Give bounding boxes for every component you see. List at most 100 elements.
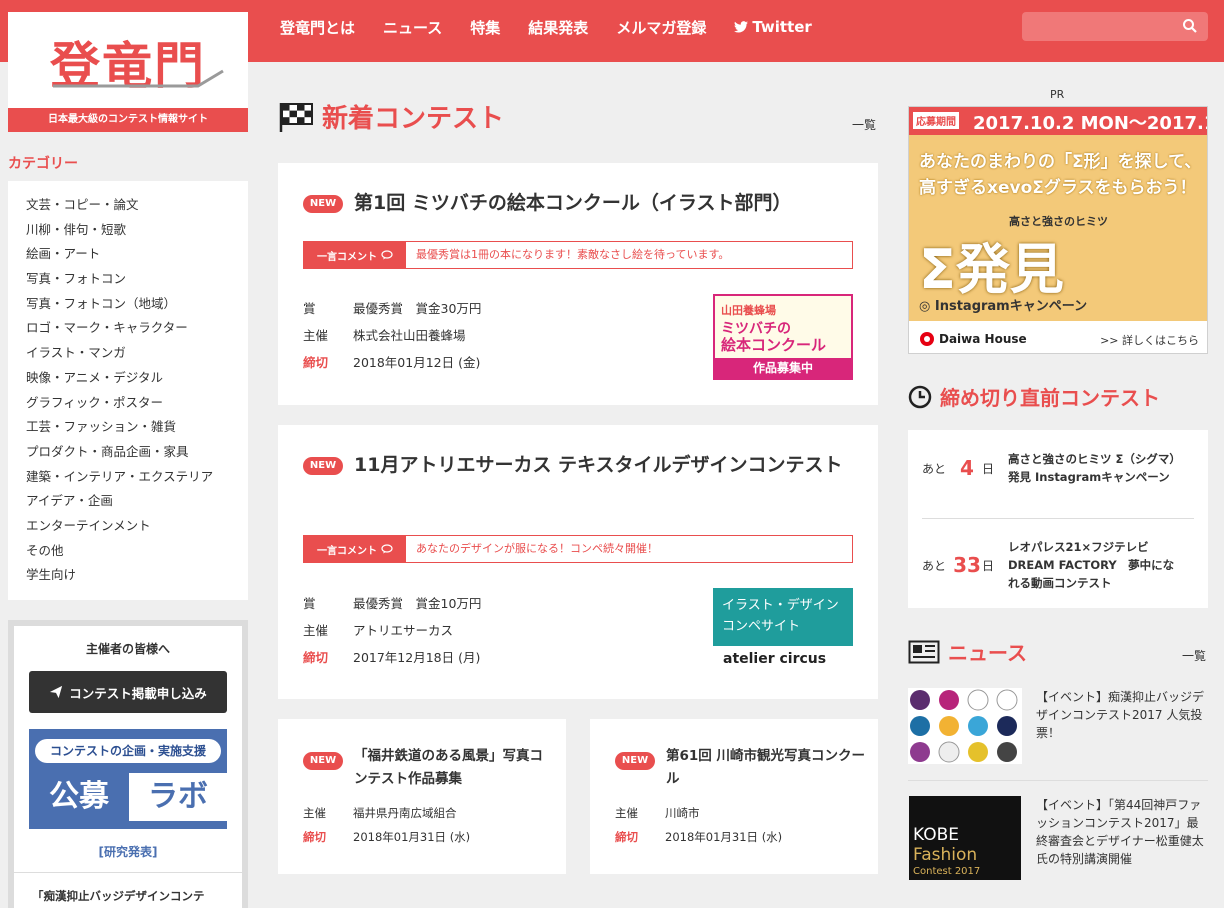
speech-bubble-icon <box>381 544 393 554</box>
category-item[interactable]: 文芸・コピー・論文 <box>26 193 248 218</box>
deadline-contest-title[interactable]: レオパレス21×フジテレビ DREAM FACTORY 夢中になれる動画コンテス… <box>1008 538 1184 592</box>
deadline-list: あと 4 日 高さと強さのヒミツ Σ（シグマ）発見 Instagramキャンペー… <box>908 430 1208 608</box>
new-badge: NEW <box>303 752 343 770</box>
organizer-key: 主催 <box>303 328 329 343</box>
nav-about[interactable]: 登竜門とは <box>280 17 355 38</box>
prize-row: 賞 最優秀賞 賞金10万円 <box>303 593 481 612</box>
clock-icon <box>908 385 932 408</box>
ad-date-bar: 応募期間 2017.10.2 MON〜2017.11.12 SUN <box>909 107 1207 135</box>
svg-text:Fashion: Fashion <box>913 845 977 865</box>
category-item[interactable]: ロゴ・マーク・キャラクター <box>26 316 248 341</box>
nav-features[interactable]: 特集 <box>470 17 500 38</box>
comment-label-text: 一言コメント <box>317 251 377 263</box>
ad-body: あなたのまわりの「Σ形」を探して、 高すぎるxevoΣグラスをもらおう！ 高さと… <box>909 135 1207 321</box>
deadline-title: 締め切り直前コンテスト <box>940 386 1160 410</box>
ad-more-link[interactable]: >> 詳しくはこちら <box>1100 332 1199 348</box>
news-item[interactable]: KOBE Fashion Contest 2017 【イベント】「第44回神戸フ… <box>908 796 1208 880</box>
labo-article-title[interactable]: 「痴漢抑止バッジデザインコンテ <box>14 873 242 905</box>
category-item[interactable]: 写真・フォトコン（地域） <box>26 292 248 317</box>
category-title: カテゴリー <box>8 156 78 172</box>
banner-line: イラスト・デザイン <box>722 598 839 613</box>
contest-card[interactable]: NEW 11月アトリエサーカス テキスタイルデザインコンテスト 一言コメント あ… <box>278 425 878 699</box>
thumbnail-text: KOBE <box>913 825 959 845</box>
deadline-contest-title[interactable]: 高さと強さのヒミツ Σ（シグマ）発見 Instagramキャンペーン <box>1008 450 1184 486</box>
organizer-row: 主催 アトリエサーカス <box>303 620 453 639</box>
category-item[interactable]: 建築・インテリア・エクステリア <box>26 465 248 490</box>
prize-row: 賞 最優秀賞 賞金30万円 <box>303 298 481 317</box>
category-item[interactable]: イラスト・マンガ <box>26 341 248 366</box>
deadline-value: 2018年01月31日 (水) <box>665 830 783 844</box>
contest-banner[interactable]: イラスト・デザイン コンペサイト <box>713 588 853 646</box>
nav-results[interactable]: 結果発表 <box>528 17 588 38</box>
category-item[interactable]: プロダクト・商品企画・家具 <box>26 440 248 465</box>
new-contests-title: 新着コンテスト <box>322 104 505 134</box>
site-logo[interactable]: 登竜門 日本最大級のコンテスト情報サイト <box>8 12 248 132</box>
divider <box>922 518 1194 519</box>
contests-list-link[interactable]: 一覧 <box>852 116 876 133</box>
news-heading: ニュース <box>908 637 1027 666</box>
contest-title[interactable]: 第61回 川崎市観光写真コンクール <box>666 745 866 791</box>
deadline-ato: あと <box>922 461 947 476</box>
organizer-row: 主催 福井県丹南広域組合 <box>303 805 457 821</box>
search-input[interactable] <box>1022 12 1208 41</box>
news-item[interactable]: 【イベント】痴漢抑止バッジデザインコンテスト2017 人気投票！ <box>908 688 1208 764</box>
banner-line: コンペサイト <box>722 619 801 634</box>
submit-contest-button[interactable]: コンテスト掲載申し込み <box>29 671 227 713</box>
contest-card-small[interactable]: NEW 第61回 川崎市観光写真コンクール 主催 川崎市 締切 2018年01月31… <box>590 719 878 874</box>
deadline-row: 締切 2018年01月31日 (水) <box>615 829 782 845</box>
ad-instagram: ◎ Instagramキャンペーン <box>919 295 1087 314</box>
deadline-item[interactable]: あと 33 日 レオパレス21×フジテレビ DREAM FACTORY 夢中にな… <box>922 538 1194 592</box>
contest-title[interactable]: 「福井鉄道のある風景」写真コンテスト作品募集 <box>354 745 554 791</box>
contest-card[interactable]: NEW 第1回 ミツバチの絵本コンクール（イラスト部門） 一言コメント 最優秀賞… <box>278 163 878 405</box>
new-badge: NEW <box>303 195 343 213</box>
atelier-circus-logo: atelier circus <box>723 651 827 667</box>
category-item[interactable]: 学生向け <box>26 563 248 588</box>
ad-footer: Daiwa House >> 詳しくはこちら <box>909 321 1207 353</box>
category-item[interactable]: グラフィック・ポスター <box>26 391 248 416</box>
news-list-link[interactable]: 一覧 <box>1182 647 1206 664</box>
organizer-key: 主催 <box>615 806 638 820</box>
category-item[interactable]: 川柳・俳句・短歌 <box>26 218 248 243</box>
news-headline[interactable]: 【イベント】痴漢抑止バッジデザインコンテスト2017 人気投票！ <box>1036 688 1208 764</box>
ad-headline: 高すぎるxevoΣグラスをもらおう！ <box>919 178 1197 198</box>
divider <box>908 780 1208 781</box>
category-item[interactable]: アイデア・企画 <box>26 489 248 514</box>
deadline-row: 締切 2017年12月18日 (月) <box>303 647 480 666</box>
news-headline[interactable]: 【イベント】「第44回神戸ファッションコンテスト2017」最終審査会とデザイナー… <box>1036 796 1208 880</box>
comment-text: 最優秀賞は1冊の本になります！素敵なさし絵を待っています。 <box>416 248 730 261</box>
category-item[interactable]: その他 <box>26 539 248 564</box>
deadline-day-unit: 日 <box>982 461 995 476</box>
category-item[interactable]: 絵画・アート <box>26 242 248 267</box>
speech-bubble-icon <box>381 250 393 260</box>
ad-headline: あなたのまわりの「Σ形」を探して、 <box>919 152 1202 172</box>
nav-news[interactable]: ニュース <box>383 17 442 38</box>
organizer-row: 主催 株式会社山田養蜂場 <box>303 325 466 344</box>
contest-card-small[interactable]: NEW 「福井鉄道のある風景」写真コンテスト作品募集 主催 福井県丹南広域組合 締… <box>278 719 566 874</box>
koubo-labo-banner[interactable]: コンテストの企画・実施支援 公募 ラボ <box>29 729 227 829</box>
search-icon[interactable] <box>1182 18 1198 34</box>
daiwa-house-icon <box>920 332 934 346</box>
ad-banner[interactable]: 応募期間 2017.10.2 MON〜2017.11.12 SUN あなたのまわ… <box>908 106 1208 354</box>
contest-title[interactable]: 11月アトリエサーカス テキスタイルデザインコンテスト <box>354 449 844 481</box>
comment-label: 一言コメント <box>304 242 406 268</box>
badge-grid-thumbnail <box>908 688 1022 764</box>
contest-title[interactable]: 第1回 ミツバチの絵本コンクール（イラスト部門） <box>354 187 854 219</box>
category-item[interactable]: 写真・フォトコン <box>26 267 248 292</box>
labo-left: 公募 <box>49 779 109 814</box>
category-item[interactable]: 映像・アニメ・デジタル <box>26 366 248 391</box>
organizer-title: 主催者の皆様へ <box>85 642 170 656</box>
contest-banner[interactable]: 山田養蜂場 ミツバチの 絵本コンクール 作品募集中 <box>713 294 853 380</box>
deadline-days: 4 <box>960 456 974 480</box>
twitter-icon <box>734 21 749 33</box>
kobe-fashion-thumbnail: KOBE Fashion Contest 2017 <box>909 796 1021 880</box>
deadline-heading: 締め切り直前コンテスト <box>908 382 1160 411</box>
category-item[interactable]: 工芸・ファッション・雑貨 <box>26 415 248 440</box>
deadline-item[interactable]: あと 4 日 高さと強さのヒミツ Σ（シグマ）発見 Instagramキャンペー… <box>922 450 1194 486</box>
organizer-key: 主催 <box>303 623 329 638</box>
category-item[interactable]: エンターテインメント <box>26 514 248 539</box>
paper-plane-icon <box>50 685 63 699</box>
labo-research-link[interactable]: [研究発表] <box>14 843 242 860</box>
deadline-value: 2017年12月18日 (月) <box>353 650 481 665</box>
nav-newsletter[interactable]: メルマガ登録 <box>616 17 706 38</box>
nav-twitter[interactable]: Twitter <box>734 18 812 36</box>
